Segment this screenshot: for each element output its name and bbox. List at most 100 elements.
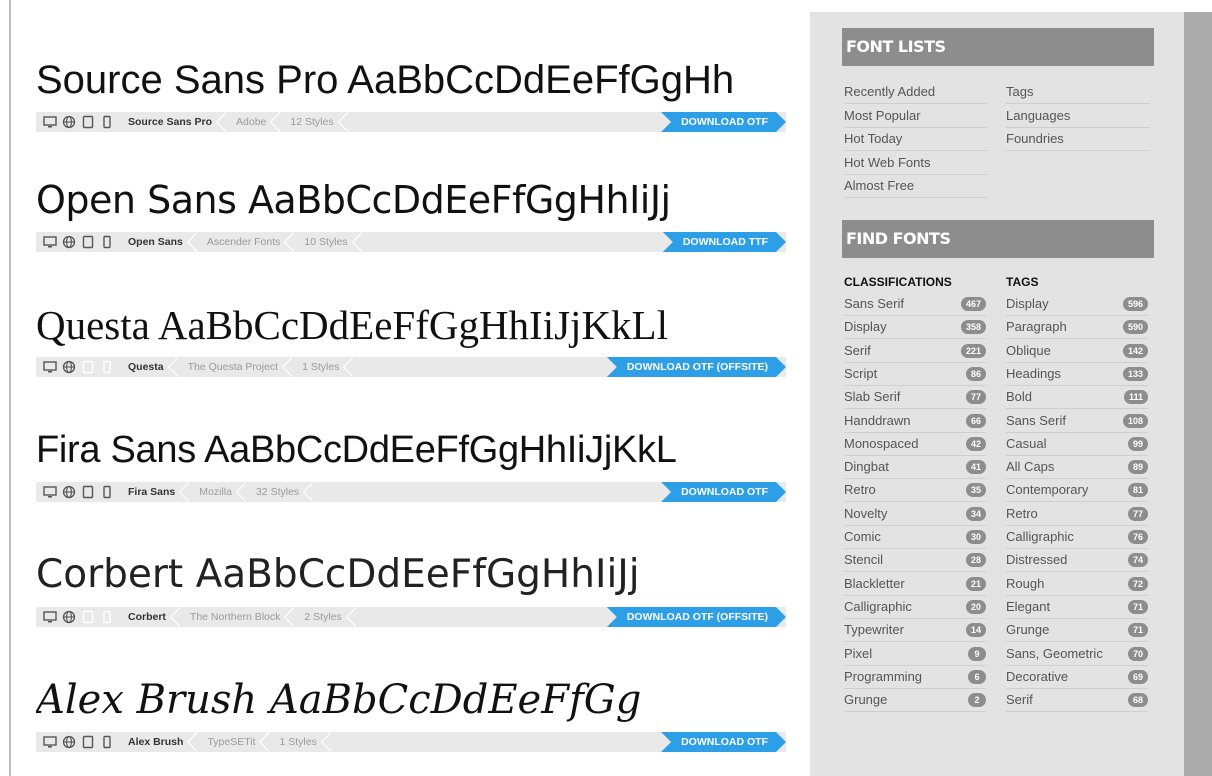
foundry-link[interactable]: Ascender Fonts [197,232,295,252]
foundry-link[interactable]: The Questa Project [178,357,293,377]
styles-link[interactable]: 1 Styles [292,357,354,377]
tag-item[interactable]: Grunge 71 [1006,619,1148,643]
font-name-link[interactable]: Fira Sans [118,482,190,502]
tag-item[interactable]: Distressed 74 [1006,549,1148,573]
count-badge: 42 [965,436,986,451]
font-sample-text[interactable]: Open Sans AaBbCcDdEeFfGgHhIiJj [36,170,786,230]
tag-item[interactable]: Paragraph 590 [1006,316,1148,340]
font-name-link[interactable]: Alex Brush [118,732,198,752]
font-list-link[interactable]: Most Popular [844,105,988,128]
tag-item[interactable]: Casual 99 [1006,433,1148,456]
classification-item[interactable]: Programming 6 [844,666,986,689]
font-sample-text[interactable]: Corbert AaBbCcDdEeFfGgHhIiJj [36,545,786,605]
tablet-icon [80,115,95,129]
foundry-link[interactable]: Mozilla [189,482,246,502]
classification-item[interactable]: Slab Serif 77 [844,386,986,410]
font-list-link[interactable]: Almost Free [844,175,988,198]
font-list-link[interactable]: Recently Added [844,81,988,104]
classification-item[interactable]: Sans Serif 467 [844,293,986,316]
download-button[interactable]: DOWNLOAD OTF [661,112,786,132]
tag-item-label: All Caps [1006,459,1055,475]
tag-item[interactable]: Calligraphic 76 [1006,526,1148,549]
count-badge: 20 [965,599,986,614]
styles-link[interactable]: 2 Styles [294,607,357,627]
tag-item-label: Sans, Geometric [1006,645,1103,661]
styles-link[interactable]: 10 Styles [294,232,362,252]
classification-item[interactable]: Stencil 28 [844,549,986,573]
tag-item[interactable]: Contemporary 81 [1006,479,1148,503]
font-item: Corbert AaBbCcDdEeFfGgHhIiJj Corbert The N… [36,545,786,645]
font-name-link[interactable]: Corbert [118,607,180,627]
desktop-icon [42,735,57,749]
tag-item-label: Display [1006,296,1049,311]
classification-item[interactable]: Handdrawn 66 [844,410,986,433]
classification-item[interactable]: Display 358 [844,316,986,340]
classification-item[interactable]: Comic 30 [844,526,986,549]
classification-item-label: Display [844,319,887,335]
font-list-link[interactable]: Hot Today [844,128,988,151]
font-list-link[interactable]: Foundries [1006,128,1150,151]
web-icon [61,360,76,374]
device-support [36,357,118,377]
styles-link[interactable]: 32 Styles [246,482,314,502]
tag-item[interactable]: Sans, Geometric 70 [1006,643,1148,666]
tag-item[interactable]: Rough 72 [1006,573,1148,596]
count-badge: 66 [965,413,986,428]
classification-item-label: Serif [844,342,871,358]
download-button[interactable]: DOWNLOAD TTF [663,232,786,252]
tag-item[interactable]: Elegant 71 [1006,596,1148,619]
classification-item[interactable]: Dingbat 41 [844,456,986,480]
font-list-link[interactable]: Languages [1006,105,1150,128]
classification-item[interactable]: Monospaced 42 [844,433,986,456]
tag-item[interactable]: Headings 133 [1006,363,1148,386]
tag-item[interactable]: Oblique 142 [1006,340,1148,363]
count-badge: 69 [1127,669,1148,684]
classification-item[interactable]: Calligraphic 20 [844,596,986,619]
download-button[interactable]: DOWNLOAD OTF (OFFSITE) [607,607,786,627]
foundry-link[interactable]: Adobe [226,112,281,132]
tag-item[interactable]: Display 596 [1006,293,1148,316]
font-info-bar: Questa The Questa Project 1 Styles DOWNLOAD… [36,357,786,377]
font-list-link[interactable]: Hot Web Fonts [844,152,988,175]
classification-item[interactable]: Grunge 2 [844,689,986,713]
classification-item[interactable]: Novelty 34 [844,503,986,526]
classification-item[interactable]: Blackletter 21 [844,573,986,596]
font-list-link[interactable]: Tags [1006,81,1150,104]
classification-item[interactable]: Pixel 9 [844,643,986,666]
font-name-link[interactable]: Source Sans Pro [118,112,227,132]
tag-item[interactable]: Serif 68 [1006,689,1148,713]
tag-item[interactable]: Retro 77 [1006,503,1148,526]
count-badge: 70 [1127,646,1148,661]
font-name-link[interactable]: Open Sans [118,232,197,252]
download-button[interactable]: DOWNLOAD OTF [661,732,786,752]
phone-icon [99,360,114,374]
count-badge: 111 [1123,390,1148,405]
tag-item[interactable]: All Caps 89 [1006,456,1148,480]
classification-item[interactable]: Typewriter 14 [844,619,986,643]
foundry-link[interactable]: TypeSETit [197,732,270,752]
font-info-bar: Alex Brush TypeSETit 1 Styles DOWNLOAD OTF [36,732,786,752]
font-sample-text[interactable]: Source Sans Pro AaBbCcDdEeFfGgHh [36,50,786,110]
font-sample-text[interactable]: Questa AaBbCcDdEeFfGgHhIiJjKkLl [36,295,786,355]
classification-item-label: Sans Serif [844,296,904,311]
classification-item[interactable]: Retro 35 [844,479,986,503]
font-sample-text[interactable]: Fira Sans AaBbCcDdEeFfGgHhIiJjKkL [36,420,786,480]
classification-item[interactable]: Script 86 [844,363,986,386]
download-button[interactable]: DOWNLOAD OTF (OFFSITE) [607,357,786,377]
classification-item[interactable]: Serif 221 [844,340,986,363]
styles-link[interactable]: 12 Styles [280,112,348,132]
tag-item[interactable]: Sans Serif 108 [1006,410,1148,433]
count-badge: 41 [965,460,986,475]
scrollbar[interactable] [1184,12,1212,776]
classification-item-label: Slab Serif [844,389,901,405]
foundry-link[interactable]: The Northern Block [180,607,295,627]
count-badge: 71 [1127,599,1148,614]
tag-item[interactable]: Bold 111 [1006,386,1148,410]
download-button[interactable]: DOWNLOAD OTF [661,482,786,502]
font-name-link[interactable]: Questa [118,357,178,377]
tag-item-label: Contemporary [1006,482,1089,498]
font-sample-text[interactable]: Alex Brush AaBbCcDdEeFfGg [36,670,786,730]
tag-item[interactable]: Decorative 69 [1006,666,1148,689]
styles-link[interactable]: 1 Styles [269,732,332,752]
sidebar: FONT LISTS Recently Added Most Popular Hot… [810,12,1184,776]
